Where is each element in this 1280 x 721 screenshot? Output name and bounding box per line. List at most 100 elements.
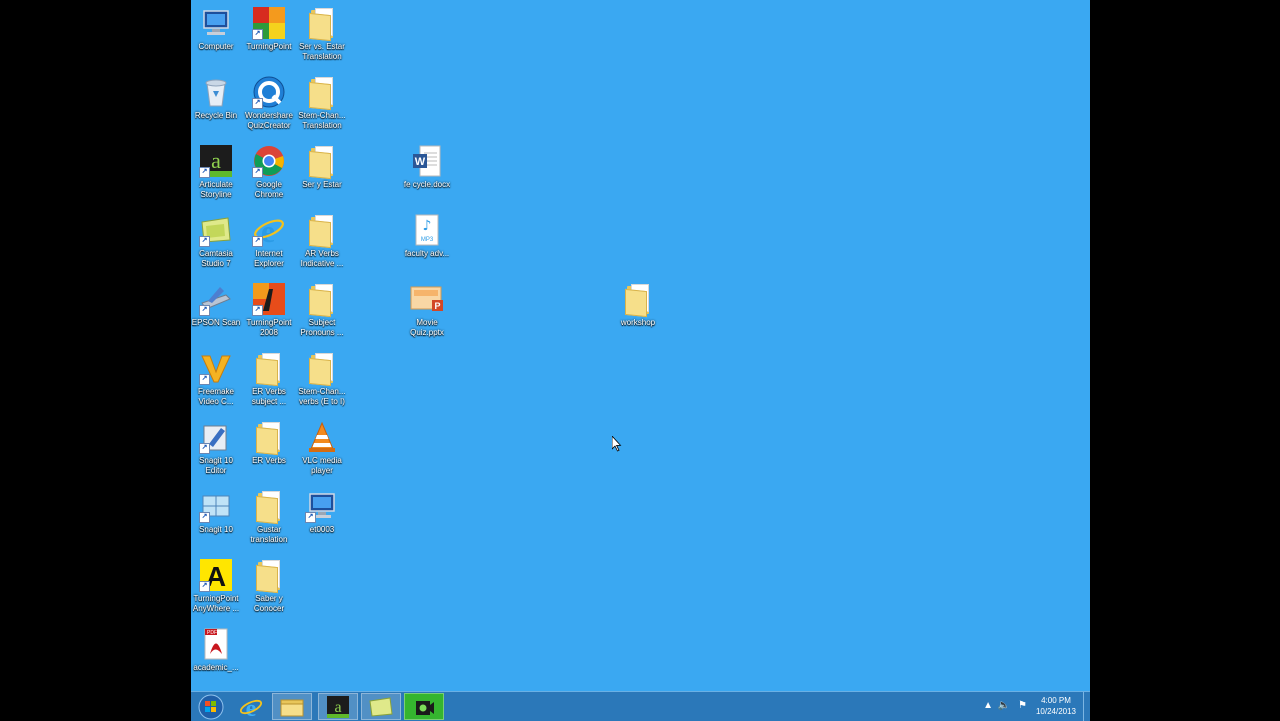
volume-icon[interactable]: 🔈 xyxy=(998,700,1010,711)
desktop-icon-label: fe cycle.docx xyxy=(403,180,451,189)
articulate-taskbar-button[interactable]: a xyxy=(318,693,358,720)
desktop-icon-google-chrome[interactable]: ↗ Google Chrome xyxy=(242,138,296,200)
articulate-icon: a xyxy=(327,695,349,718)
svg-text:e: e xyxy=(261,214,275,246)
desktop-icon-label: Recycle Bin xyxy=(194,111,238,120)
ie-icon: e xyxy=(239,696,263,719)
desktop-icon-freemake[interactable]: ↗ Freemake Video C... xyxy=(191,345,243,407)
desktop-icon-stem-chan-verbs[interactable]: Stem-Chan... verbs (E to I) xyxy=(295,345,349,407)
desktop-icon-subject-pronouns[interactable]: Subject Pronouns ... xyxy=(295,276,349,338)
svg-text:MP3: MP3 xyxy=(421,237,434,243)
desktop-icon-label: Ser y Estar xyxy=(302,180,342,189)
ie-icon: e ↗ xyxy=(252,213,286,247)
desktop-icon-movie-quiz-pptx[interactable]: P Movie Quiz.pptx xyxy=(400,276,454,338)
desktop-icon-label: VLC media player xyxy=(302,456,342,475)
folder-icon xyxy=(305,282,339,318)
folder-icon xyxy=(252,351,286,387)
desktop-icon-label: academic_... xyxy=(193,663,239,672)
desktop-icon-computer[interactable]: Computer xyxy=(191,0,243,52)
desktop-icon-label: Internet Explorer xyxy=(254,249,284,268)
quizcreator-icon: ↗ xyxy=(252,75,286,109)
desktop-icon-recycle-bin[interactable]: Recycle Bin xyxy=(191,69,243,121)
folder-icon xyxy=(252,558,286,594)
desktop-icon-label: Articulate Storyline xyxy=(199,180,233,199)
desktop-icon-turningpoint-2008[interactable]: ↗ TurningPoint 2008 xyxy=(242,276,296,338)
file-explorer-taskbar-button[interactable] xyxy=(272,693,312,720)
desktop-icon-fe-cycle-docx[interactable]: W fe cycle.docx xyxy=(400,138,454,190)
clock[interactable]: 4:00 PM 10/24/2013 xyxy=(1036,695,1076,717)
internet-explorer-taskbar-button[interactable]: e xyxy=(231,693,271,720)
desktop-icon-snagit-editor[interactable]: ↗ Snagit 10 Editor xyxy=(191,414,243,476)
desktop-icon-saber-y-conocer[interactable]: Saber y Conocer xyxy=(242,552,296,614)
desktop-icon-label: AR Verbs Indicative ... xyxy=(300,249,344,268)
desktop-icon-er-verbs-subject[interactable]: ER Verbs subject ... xyxy=(242,345,296,407)
desktop-icon-label: TurningPoint 2008 xyxy=(246,318,292,337)
folder-icon xyxy=(305,6,339,42)
desktop-icon-er-verbs[interactable]: ER Verbs xyxy=(242,414,296,466)
desktop-icon-faculty-adv[interactable]: ♪ MP3 faculty adv... xyxy=(400,207,454,259)
desktop-icon-stem-chan-translation[interactable]: Stem-Chan... Translation xyxy=(295,69,349,131)
vlc-icon xyxy=(305,420,339,454)
desktop-icon-epson-scan[interactable]: ↗ EPSON Scan xyxy=(191,276,243,328)
camtasia-icon: ↗ xyxy=(199,213,233,247)
desktop-icon-academic-pdf[interactable]: PDF academic_... xyxy=(191,621,243,673)
freemake-icon: ↗ xyxy=(199,351,233,385)
snagit-editor-icon: ↗ xyxy=(199,420,233,454)
folder-icon xyxy=(621,282,655,318)
clock-date: 10/24/2013 xyxy=(1035,707,1076,716)
show-desktop-button[interactable] xyxy=(1083,692,1090,721)
desktop-icon-turningpoint-anywhere[interactable]: A ↗ TurningPoint AnyWhere ... xyxy=(191,552,243,614)
desktop-icon-label: TurningPoint xyxy=(246,42,292,51)
articulate-icon: a ↗ xyxy=(199,144,233,178)
desktop-icon-gustar-translation[interactable]: Gustar translation xyxy=(242,483,296,545)
desktop-icon-label: Ser vs. Estar Translation xyxy=(299,42,345,61)
camera-icon xyxy=(416,700,434,715)
desktop-icon-vlc[interactable]: VLC media player xyxy=(295,414,349,476)
svg-text:♪: ♪ xyxy=(423,218,432,234)
svg-text:a: a xyxy=(334,699,341,716)
action-center-flag-icon[interactable]: ⚑ xyxy=(1018,700,1027,711)
desktop-icon-snagit[interactable]: ↗ Snagit 10 xyxy=(191,483,243,535)
desktop-icon-ser-y-estar[interactable]: Ser y Estar xyxy=(295,138,349,190)
desktop-icon-articulate-storyline[interactable]: a ↗ Articulate Storyline xyxy=(191,138,243,200)
desktop-icon-ar-verbs-indicative[interactable]: AR Verbs Indicative ... xyxy=(295,207,349,269)
svg-text:P: P xyxy=(434,301,440,311)
folder-icon xyxy=(252,489,286,525)
desktop-icon-ser-vs-estar-translation[interactable]: Ser vs. Estar Translation xyxy=(295,0,349,62)
folder-icon xyxy=(305,75,339,111)
desktop-icon-label: Google Chrome xyxy=(254,180,284,199)
folder-icon xyxy=(305,351,339,387)
windows-orb-icon xyxy=(198,694,224,719)
desktop-icon-label: TurningPoint AnyWhere ... xyxy=(192,594,240,613)
camtasia-recorder-taskbar-button[interactable] xyxy=(404,693,444,720)
snagit-icon: ↗ xyxy=(199,489,233,523)
start-button[interactable] xyxy=(191,693,231,720)
desktop-icon-label: Movie Quiz.pptx xyxy=(410,318,444,337)
word-doc-icon: W xyxy=(410,144,444,178)
desktop-icon-label: Stem-Chan... Translation xyxy=(298,111,346,130)
desktop-icon-label: Gustar translation xyxy=(250,525,288,544)
camtasia-icon xyxy=(369,696,393,717)
desktop-icon-label: Subject Pronouns ... xyxy=(300,318,344,337)
desktop-icon-quizcreator[interactable]: ↗ Wondershare QuizCreator xyxy=(242,69,296,131)
desktop-icon-workshop[interactable]: workshop xyxy=(611,276,665,328)
camtasia-taskbar-button[interactable] xyxy=(361,693,401,720)
desktop-icon-camtasia-studio[interactable]: ↗ Camtasia Studio 7 xyxy=(191,207,243,269)
desktop-icon-label: Camtasia Studio 7 xyxy=(199,249,233,268)
turningpoint-icon: ↗ xyxy=(252,6,286,40)
desktop-icon-internet-explorer[interactable]: e ↗ Internet Explorer xyxy=(242,207,296,269)
desktop-icon-label: Computer xyxy=(198,42,234,51)
pdf-icon: PDF xyxy=(199,627,233,661)
desktop[interactable]: Computer Recycle Bin a ↗ Articulate Stor… xyxy=(191,0,1090,720)
desktop-icon-label: et0003 xyxy=(309,525,335,534)
desktop-icon-et0003[interactable]: ↗ et0003 xyxy=(295,483,349,535)
desktop-icon-turningpoint[interactable]: ↗ TurningPoint xyxy=(242,0,296,52)
desktop-icon-label: Wondershare QuizCreator xyxy=(245,111,293,130)
desktop-icon-label: ER Verbs subject ... xyxy=(251,387,287,406)
show-hidden-icons-arrow-icon[interactable]: ▲ xyxy=(983,700,993,711)
chrome-icon: ↗ xyxy=(252,144,286,178)
desktop-icon-label: Freemake Video C... xyxy=(197,387,234,406)
recycle-bin-icon xyxy=(199,75,233,109)
desktop-icon-label: Snagit 10 xyxy=(199,525,233,534)
svg-text:a: a xyxy=(211,148,221,173)
